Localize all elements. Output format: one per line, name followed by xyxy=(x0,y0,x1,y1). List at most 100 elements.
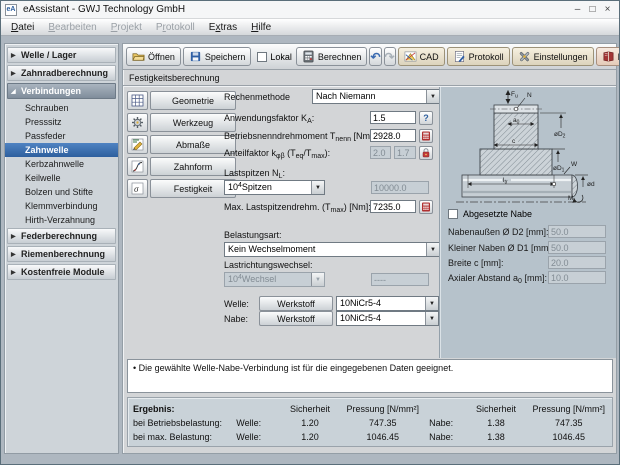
close-button[interactable]: × xyxy=(600,4,615,15)
protokoll-button[interactable]: Protokoll xyxy=(447,47,510,66)
einstellungen-button[interactable]: Einstellungen xyxy=(512,47,594,66)
chevron-right-icon: ▶ xyxy=(11,269,21,276)
sidebar-item-keilwelle[interactable]: Keilwelle xyxy=(5,171,118,185)
betriebsmoment-input[interactable] xyxy=(370,129,416,142)
col-sicherheit: Sicherheit xyxy=(280,404,341,414)
sidebar-section-verbindungen[interactable]: ◢Verbindungen xyxy=(7,83,116,99)
sidebar-section-zahnradberechnung[interactable]: ▶Zahnradberechnung xyxy=(7,65,116,81)
kleiner-naben-input xyxy=(548,241,606,254)
anteilfaktor-input-1 xyxy=(370,146,391,159)
nabe-material-dropdown[interactable]: 10NiCr5-4▼ xyxy=(336,311,439,326)
maxlast-calculator-button[interactable] xyxy=(419,200,433,214)
col-sicherheit: Sicherheit xyxy=(466,404,525,414)
message-box: • Die gewählte Welle-Nabe-Verbindung ist… xyxy=(127,359,613,393)
sidebar-item-kerbzahnwelle[interactable]: Kerbzahnwelle xyxy=(5,157,118,171)
w-label: W xyxy=(571,161,578,168)
zahnform-icon-button[interactable] xyxy=(127,157,148,176)
checkbox-icon xyxy=(448,209,458,219)
geometrie-icon-button[interactable] xyxy=(127,91,148,110)
rechenmethode-dropdown[interactable]: Nach Niemann▼ xyxy=(312,89,440,104)
chevron-down-icon[interactable]: ▼ xyxy=(425,297,438,310)
settings-tools-icon xyxy=(518,50,531,63)
menu-protokoll: Protokoll xyxy=(149,21,202,34)
abgesetzte-nabe-checkbox[interactable]: Abgesetzte Nabe xyxy=(448,209,532,219)
hilfe-button[interactable]: Hilfe xyxy=(596,47,620,66)
nabe-werkstoff-button[interactable]: Werkstoff xyxy=(259,311,333,326)
calculator-icon xyxy=(421,131,431,141)
nabe-label: Nabe: xyxy=(224,314,248,324)
tab-festigkeitsberechnung[interactable]: Festigkeitsberechnung xyxy=(129,73,220,83)
maxlast-input[interactable] xyxy=(370,200,416,213)
axialer-abstand-label: Axialer Abstand a0 [mm]: xyxy=(448,273,547,285)
welle-werkstoff-button[interactable]: Werkstoff xyxy=(259,296,333,311)
tab-strip: Festigkeitsberechnung xyxy=(123,71,616,86)
sidebar-item-bolzen-und-stifte[interactable]: Bolzen und Stifte xyxy=(5,185,118,199)
anwendungsfaktor-help-button[interactable]: ? xyxy=(419,111,433,125)
lastspitzen-label: Lastspitzen NL: xyxy=(224,168,285,180)
save-disk-icon xyxy=(189,50,202,63)
cad-button[interactable]: CAD xyxy=(398,47,445,66)
app-frame: ▶Welle / Lager ▶Zahnradberechnung ◢Verbi… xyxy=(1,36,619,464)
menu-hilfe[interactable]: Hilfe xyxy=(244,21,278,34)
chevron-right-icon: ▶ xyxy=(11,52,21,59)
sidebar-item-klemmverbindung[interactable]: Klemmverbindung xyxy=(5,199,118,213)
anteilfaktor-lock-button[interactable] xyxy=(419,146,433,160)
sidebar-section-riemenberechnung[interactable]: ▶Riemenberechnung xyxy=(7,246,116,262)
chevron-down-icon[interactable]: ▼ xyxy=(425,312,438,325)
undo-button[interactable]: ↶ xyxy=(369,47,381,66)
breite-label: Breite c [mm]: xyxy=(448,258,504,268)
lokal-checkbox[interactable]: Lokal xyxy=(257,52,292,62)
app-window: eA eAssistant - GWJ Technology GmbH – □ … xyxy=(0,0,620,465)
abmasse-icon-button[interactable] xyxy=(127,135,148,154)
grid-icon xyxy=(131,94,144,107)
chevron-right-icon: ▶ xyxy=(11,70,21,77)
kleiner-naben-label: Kleiner Naben Ø D1 [mm]: xyxy=(448,243,554,253)
lock-icon xyxy=(421,148,431,158)
results-title: Ergebnis: xyxy=(128,404,236,414)
main-panel: Öffnen Speichern Lokal Berechnen ↶ ↷ xyxy=(122,43,617,454)
werkzeug-icon-button[interactable] xyxy=(127,113,148,132)
sidebar-section-kostenfreie-module[interactable]: ▶Kostenfreie Module xyxy=(7,264,116,280)
sidebar-item-schrauben[interactable]: Schrauben xyxy=(5,101,118,115)
open-button[interactable]: Öffnen xyxy=(126,47,181,66)
axialer-abstand-input xyxy=(548,271,606,284)
save-button[interactable]: Speichern xyxy=(183,47,252,66)
menu-extras[interactable]: Extras xyxy=(202,21,244,34)
sidebar-item-hirth-verzahnung[interactable]: Hirth-Verzahnung xyxy=(5,213,118,227)
welle-material-dropdown[interactable]: 10NiCr5-4▼ xyxy=(336,296,439,311)
anwendungsfaktor-input[interactable] xyxy=(370,111,416,124)
undo-icon: ↶ xyxy=(370,51,380,63)
section-label: Verbindungen xyxy=(21,86,81,96)
sidebar-item-zahnwelle[interactable]: Zahnwelle xyxy=(5,143,118,157)
anwendungsfaktor-label: Anwendungsfaktor KA: xyxy=(224,113,314,125)
redo-icon: ↷ xyxy=(385,51,395,63)
section-label: Welle / Lager xyxy=(21,50,76,60)
chevron-down-icon: ▼ xyxy=(311,273,324,286)
berechnen-button[interactable]: Berechnen xyxy=(296,47,368,66)
minimize-button[interactable]: – xyxy=(570,4,585,15)
fu-label: Fu xyxy=(511,91,518,100)
belastungsart-dropdown[interactable]: Kein Wechselmoment▼ xyxy=(224,242,440,257)
maximize-button[interactable]: □ xyxy=(585,4,600,15)
lastspitzen-dropdown[interactable]: 104Spitzen▼ xyxy=(224,180,325,195)
sidebar-item-passfeder[interactable]: Passfeder xyxy=(5,129,118,143)
anteilfaktor-input-2 xyxy=(394,146,416,159)
col-pressung: Pressung [N/mm²] xyxy=(525,404,612,414)
menu-bearbeiten: Bearbeiten xyxy=(41,21,103,34)
betriebsmoment-calculator-button[interactable] xyxy=(419,129,433,143)
tooth-curve-icon xyxy=(131,160,144,173)
festigkeit-icon-button[interactable]: σ xyxy=(127,179,148,198)
sidebar-item-presssitz[interactable]: Presssitz xyxy=(5,115,118,129)
sidebar-section-welle-lager[interactable]: ▶Welle / Lager xyxy=(7,47,116,63)
calculator-icon xyxy=(302,50,315,63)
sidebar-section-federberechnung[interactable]: ▶Federberechnung xyxy=(7,228,116,244)
lastspitzen-input xyxy=(371,181,429,194)
chevron-down-icon[interactable]: ▼ xyxy=(426,90,439,103)
shaft-end xyxy=(572,175,578,197)
chevron-down-icon[interactable]: ▼ xyxy=(311,181,324,194)
nabenaussen-label: Nabenaußen Ø D2 [mm]: xyxy=(448,227,549,237)
menu-datei[interactable]: Datei xyxy=(4,21,41,34)
anteilfaktor-label: Anteilfaktor kφβ (Teq/Tmax): xyxy=(224,148,330,160)
menu-bar: Datei Bearbeiten Projekt Protokoll Extra… xyxy=(1,19,619,36)
chevron-down-icon[interactable]: ▼ xyxy=(426,243,439,256)
